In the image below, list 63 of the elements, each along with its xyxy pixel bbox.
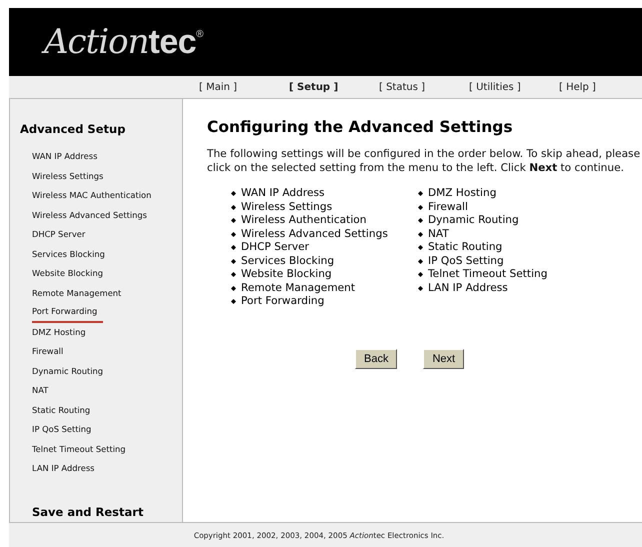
list-item: Static Routing <box>428 241 502 254</box>
list-item: Telnet Timeout Setting <box>428 268 548 282</box>
list-item: IP QoS Setting <box>428 254 504 268</box>
list-item: Services Blocking <box>241 254 334 268</box>
sidebar-link[interactable]: Firewall <box>32 342 64 362</box>
bullet-icon <box>231 204 236 210</box>
sidebar-link[interactable]: NAT <box>32 381 48 400</box>
sidebar-link[interactable]: WAN IP Address <box>32 147 98 166</box>
bullet-icon <box>231 232 236 237</box>
sidebar-link[interactable]: DMZ Hosting <box>32 322 86 342</box>
sidebar-title: Advanced Setup <box>20 122 126 136</box>
nav-link[interactable]: [ Utilities ] <box>469 82 559 92</box>
list-item: Wireless Authentication <box>241 214 366 228</box>
bullet-icon <box>231 299 236 304</box>
bullet-icon <box>231 191 236 196</box>
bullet-icon <box>231 258 236 264</box>
bullet-icon <box>418 204 423 210</box>
nav-button[interactable]: Back <box>355 348 398 368</box>
sidebar-link[interactable]: Website Blocking <box>32 264 103 284</box>
sidebar-link[interactable]: Telnet Timeout Setting <box>32 440 126 459</box>
bullet-icon <box>231 245 236 250</box>
nav-button[interactable]: Next <box>423 348 464 368</box>
sidebar-link[interactable]: Static Routing <box>32 400 90 420</box>
sidebar-link[interactable]: Services Blocking <box>32 244 105 264</box>
bullet-icon <box>418 286 423 291</box>
bullet-icon <box>231 218 236 224</box>
save-restart-link[interactable]: Save and Restart <box>32 504 182 518</box>
list-item: Remote Management <box>241 282 356 295</box>
list-item: WAN IP Address <box>241 187 325 200</box>
sidebar-link[interactable]: LAN IP Address <box>32 459 94 478</box>
sidebar-link[interactable]: Wireless MAC Authentication <box>32 186 152 206</box>
nav-link[interactable]: [ Setup ] <box>289 82 379 92</box>
list-item: DMZ Hosting <box>428 187 496 200</box>
logo: Actiontec$^{®}$ <box>44 22 204 62</box>
bullet-icon <box>231 272 236 278</box>
nav-link[interactable]: [ Status ] <box>379 82 469 92</box>
list-item: Port Forwarding <box>241 295 324 308</box>
sidebar-link[interactable]: Wireless Settings <box>32 166 104 186</box>
sidebar-link[interactable]: DHCP Server <box>32 225 86 244</box>
sidebar-link[interactable]: Dynamic Routing <box>32 362 104 381</box>
bullet-icon <box>418 258 423 264</box>
sidebar-link[interactable]: Remote Management <box>32 284 122 303</box>
list-item: Dynamic Routing <box>428 214 519 228</box>
sidebar-link[interactable]: Port Forwarding <box>32 303 104 322</box>
bullet-icon <box>418 272 423 278</box>
page-heading: Configuring the Advanced Settings <box>207 118 514 136</box>
list-item: Website Blocking <box>241 268 332 282</box>
nav-link[interactable]: [ Main ] <box>199 82 289 92</box>
bullet-icon <box>418 218 423 224</box>
bullet-icon <box>418 232 423 237</box>
sidebar-link[interactable]: IP QoS Setting <box>32 420 92 440</box>
bullet-icon <box>418 245 423 250</box>
sidebar-link[interactable]: Wireless Advanced Settings <box>32 206 148 225</box>
list-item: NAT <box>428 228 449 241</box>
intro-text: The following settings will be configured in the order below. To skip ahead, please click on the selected setting from the menu to the left. Click Next to continue. <box>207 148 641 175</box>
bullet-icon <box>418 191 423 196</box>
bullet-icon <box>231 286 236 291</box>
list-item: LAN IP Address <box>428 282 508 295</box>
list-item: Firewall <box>428 200 468 214</box>
nav-link[interactable]: [ Help ] <box>559 82 596 92</box>
list-item: DHCP Server <box>241 241 310 254</box>
list-item: Wireless Advanced Settings <box>241 228 388 241</box>
list-item: Wireless Settings <box>241 200 332 214</box>
